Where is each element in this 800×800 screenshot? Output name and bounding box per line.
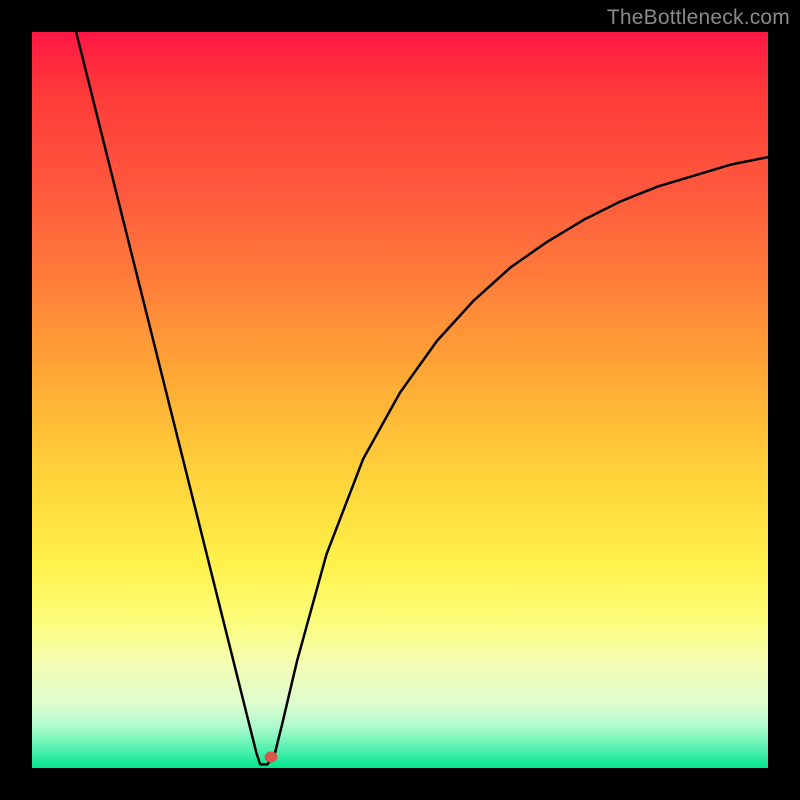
optimal-point-marker bbox=[265, 751, 278, 762]
chart-frame bbox=[32, 32, 768, 768]
chart-background-gradient bbox=[32, 32, 768, 768]
watermark-text: TheBottleneck.com bbox=[607, 6, 790, 30]
chart-plot-area bbox=[32, 32, 768, 768]
